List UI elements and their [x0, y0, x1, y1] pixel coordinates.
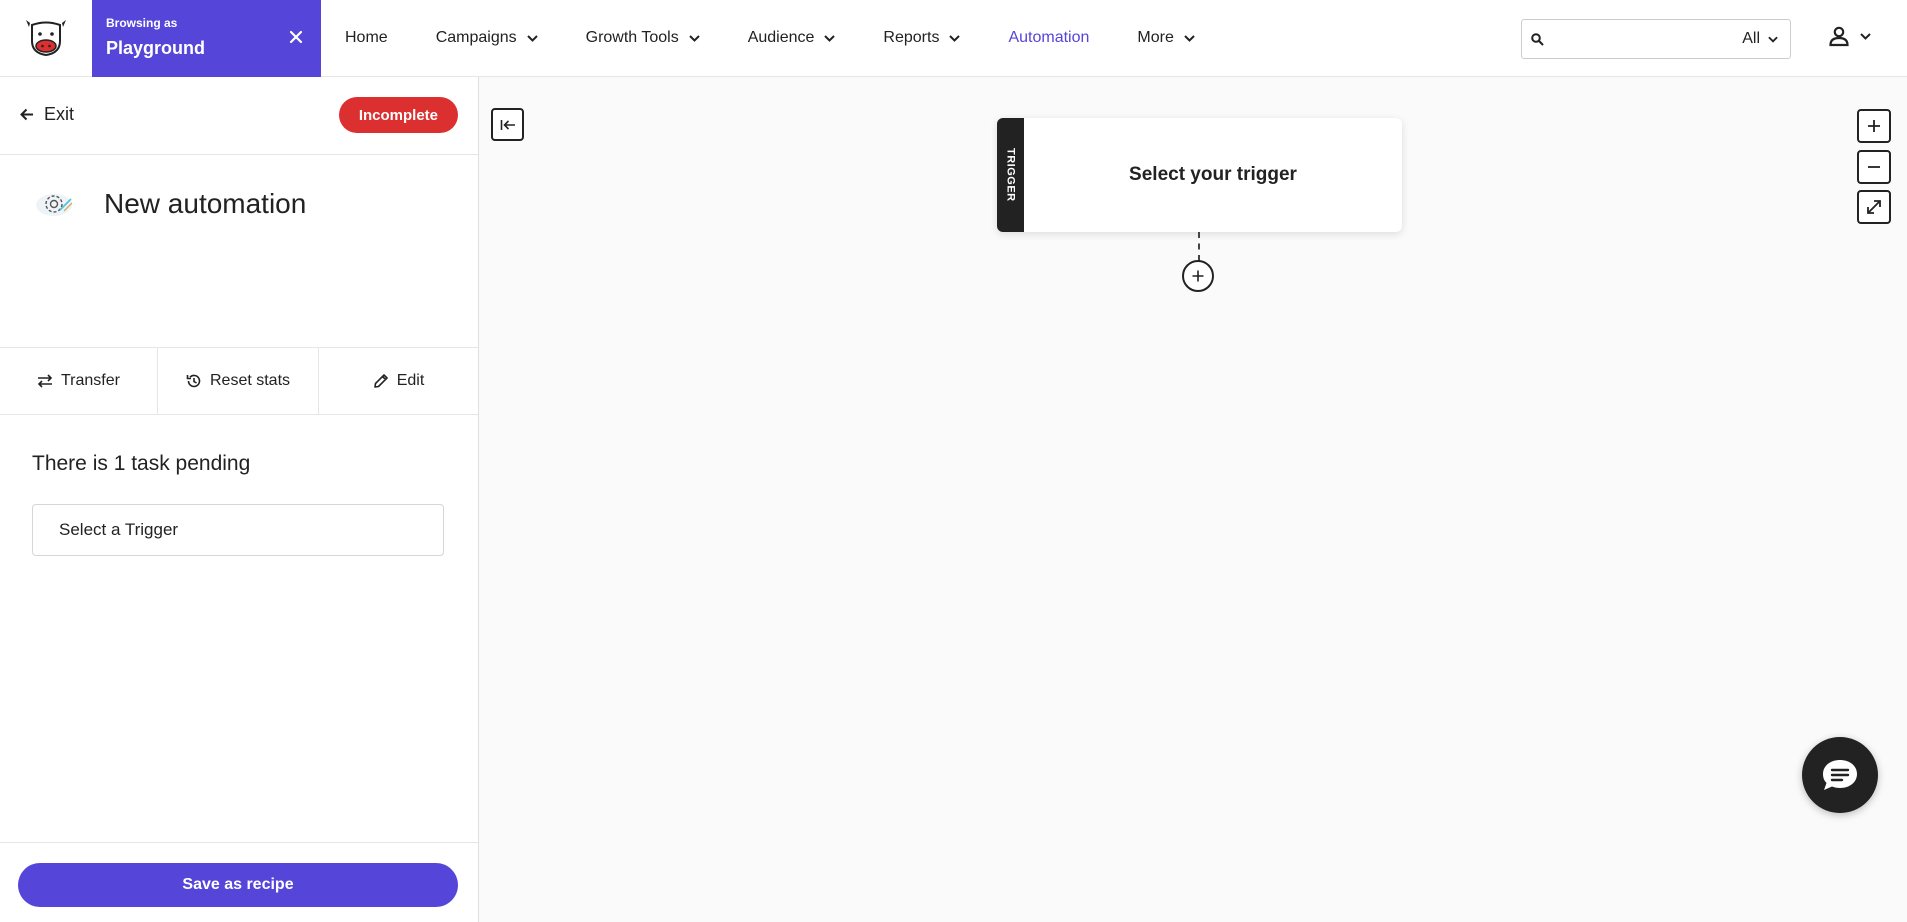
user-menu[interactable] — [1828, 25, 1871, 47]
transfer-button[interactable]: Transfer — [0, 348, 157, 414]
collapse-sidebar-button[interactable] — [491, 108, 524, 141]
top-navigation-bar: Browsing as Playground Home Campaigns Gr… — [0, 0, 1907, 77]
app-logo[interactable] — [0, 0, 92, 77]
chevron-down-icon — [1768, 36, 1778, 43]
account-switcher[interactable]: Browsing as Playground — [92, 0, 321, 77]
nav-automation-label: Automation — [1008, 29, 1090, 46]
nav-growth-tools-label: Growth Tools — [585, 29, 679, 46]
save-as-recipe-button[interactable]: Save as recipe — [18, 863, 458, 907]
automation-name[interactable]: New automation — [104, 188, 306, 220]
user-icon — [1829, 26, 1849, 47]
zoom-out-button[interactable] — [1857, 150, 1891, 184]
nav-home-label: Home — [345, 29, 388, 46]
cow-logo-icon — [26, 20, 66, 57]
account-name: Playground — [106, 37, 206, 58]
minus-icon — [1868, 166, 1880, 168]
nav-more-label: More — [1137, 29, 1174, 46]
exit-button[interactable]: Exit — [20, 104, 74, 125]
exit-label: Exit — [44, 104, 75, 124]
nav-audience[interactable]: Audience — [748, 29, 836, 47]
close-icon — [289, 30, 303, 43]
chevron-down-icon — [824, 34, 836, 42]
task-select-trigger[interactable]: Select a Trigger — [32, 504, 444, 556]
nav-home[interactable]: Home — [345, 29, 388, 47]
transfer-label: Transfer — [61, 372, 120, 389]
nav-growth-tools[interactable]: Growth Tools — [586, 29, 700, 47]
nav-reports[interactable]: Reports — [883, 29, 961, 47]
status-badge[interactable]: Incomplete — [338, 97, 458, 133]
plus-icon — [1868, 120, 1880, 132]
chevron-down-icon — [526, 34, 538, 42]
trigger-prompt: Select your trigger — [1129, 164, 1297, 185]
automation-canvas[interactable]: TRIGGER Select your trigger — [480, 77, 1907, 922]
trigger-tab-label: TRIGGER — [1004, 148, 1017, 202]
node-connector — [1198, 232, 1200, 261]
chevron-down-icon — [949, 34, 961, 42]
chat-support-button[interactable] — [1802, 737, 1878, 813]
history-icon — [186, 374, 201, 388]
reset-stats-button[interactable]: Reset stats — [157, 348, 318, 414]
collapse-panel-icon — [500, 119, 515, 130]
nav-more[interactable]: More — [1137, 29, 1195, 47]
automation-actions: Transfer Reset stats Edit — [0, 347, 478, 415]
add-step-button[interactable] — [1182, 260, 1214, 292]
edit-button[interactable]: Edit — [318, 348, 478, 414]
expand-icon — [1867, 200, 1881, 214]
main-nav: Home Campaigns Growth Tools Audience Rep… — [345, 0, 1243, 77]
chevron-down-icon — [1860, 32, 1871, 40]
nav-campaigns[interactable]: Campaigns — [436, 29, 538, 47]
chevron-down-icon — [1184, 34, 1195, 42]
nav-automation[interactable]: Automation — [1008, 29, 1089, 47]
edit-label: Edit — [396, 372, 425, 389]
gear-icon — [36, 194, 73, 216]
fit-to-screen-button[interactable] — [1857, 190, 1891, 224]
transfer-icon — [37, 374, 53, 388]
nav-campaigns-label: Campaigns — [435, 29, 517, 46]
search-icon — [1530, 32, 1544, 46]
plus-icon — [1192, 270, 1204, 282]
pencil-icon — [373, 374, 388, 388]
search-scope-select[interactable]: All — [1742, 30, 1790, 48]
reset-stats-label: Reset stats — [209, 372, 291, 389]
arrow-left-icon — [20, 108, 33, 121]
global-search: All — [1521, 19, 1791, 59]
tasks-pending-title: There is 1 task pending — [32, 452, 251, 475]
browsing-label: Browsing as — [106, 15, 178, 30]
chevron-down-icon — [688, 34, 700, 42]
nav-audience-label: Audience — [747, 29, 815, 46]
close-account-button[interactable] — [285, 26, 307, 48]
sidebar-header: Exit Incomplete — [0, 77, 478, 155]
search-scope-label: All — [1742, 30, 1760, 47]
search-input[interactable] — [1552, 21, 1743, 57]
chat-icon — [1823, 760, 1857, 790]
nav-reports-label: Reports — [883, 29, 940, 46]
automation-sidebar: Exit Incomplete New automation Transfer … — [0, 77, 479, 922]
trigger-tab: TRIGGER — [997, 118, 1024, 232]
zoom-in-button[interactable] — [1857, 109, 1891, 143]
trigger-node[interactable]: TRIGGER Select your trigger — [997, 118, 1402, 232]
automation-title: New automation — [34, 187, 306, 221]
